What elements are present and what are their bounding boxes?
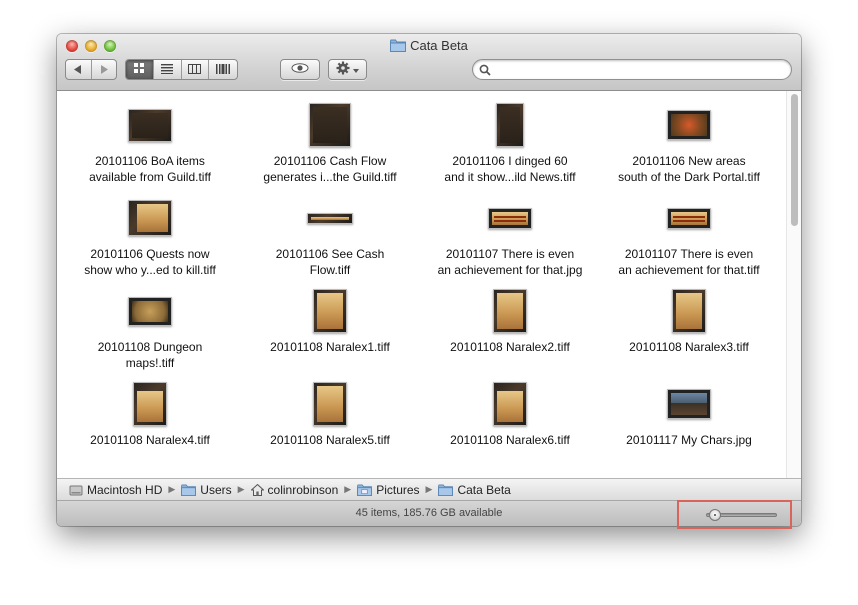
search-input[interactable]	[495, 62, 787, 79]
file-item[interactable]: 20101106 Cash Flow generates i...the Guil…	[240, 101, 420, 185]
forward-arrow-icon	[100, 61, 108, 79]
path-item-cata-beta[interactable]: Cata Beta	[438, 482, 511, 497]
path-separator: ▶	[168, 484, 176, 494]
file-item[interactable]: 20101106 I dinged 60 and it show...ild Ne…	[420, 101, 600, 185]
file-label: 20101108 Naralex1.tiff	[270, 340, 390, 354]
folder-icon	[181, 483, 197, 496]
finder-window: Cata Beta 20101106 BoA items available f…	[57, 34, 801, 526]
path-item-users[interactable]: Users	[181, 482, 232, 497]
icon-view-button[interactable]	[126, 60, 154, 79]
file-label: 20101106 New areas south of the Dark Port…	[618, 154, 760, 184]
file-thumbnail	[128, 200, 172, 236]
path-bar: Macintosh HD ▶ Users ▶ colinrobinson ▶ P…	[57, 478, 801, 500]
file-item[interactable]: 20101107 There is even an achievement for…	[420, 194, 600, 278]
path-label: Pictures	[376, 482, 420, 497]
file-item[interactable]: 20101108 Dungeon maps!.tiff	[60, 287, 240, 371]
folder-icon	[390, 39, 407, 55]
home-icon	[250, 483, 264, 496]
file-thumbnail	[672, 289, 706, 333]
path-label: Cata Beta	[457, 482, 511, 497]
chevron-down-icon	[353, 64, 359, 76]
file-item[interactable]: 20101107 There is even an achievement for…	[599, 194, 779, 278]
icon-grid: 20101106 BoA items available from Guild.t…	[57, 91, 786, 478]
path-item-colinrobinson[interactable]: colinrobinson	[250, 482, 339, 497]
back-arrow-icon	[74, 61, 82, 79]
path-label: Macintosh HD	[87, 482, 163, 497]
path-separator: ▶	[237, 484, 245, 494]
path-separator: ▶	[344, 484, 352, 494]
file-thumbnail	[307, 212, 353, 224]
gear-icon	[336, 61, 350, 78]
file-label: 20101106 Cash Flow generates i...the Guil…	[263, 154, 397, 184]
search-icon	[479, 63, 491, 81]
file-item[interactable]: 20101108 Naralex4.tiff	[60, 380, 240, 448]
file-item[interactable]: 20101106 New areas south of the Dark Port…	[599, 101, 779, 185]
forward-button[interactable]	[92, 60, 117, 79]
grid-icon	[133, 61, 145, 79]
file-label: 20101107 There is even an achievement for…	[618, 247, 760, 277]
eye-icon	[291, 63, 309, 76]
list-icon	[161, 61, 174, 79]
file-thumbnail	[493, 382, 527, 426]
action-menu-button[interactable]	[328, 59, 367, 80]
file-label: 20101117 My Chars.jpg	[626, 433, 752, 447]
toolbar: Cata Beta	[57, 34, 801, 91]
file-thumbnail	[667, 207, 711, 229]
file-thumbnail	[496, 103, 524, 147]
file-item[interactable]: 20101106 Quests now show who y...ed to ki…	[60, 194, 240, 278]
file-thumbnail	[313, 289, 347, 333]
column-view-button[interactable]	[182, 60, 210, 79]
file-label: 20101108 Naralex4.tiff	[90, 433, 210, 447]
file-thumbnail	[493, 289, 527, 333]
folder-icon	[438, 483, 454, 496]
file-item[interactable]: 20101106 BoA items available from Guild.t…	[60, 101, 240, 185]
coverflow-view-button[interactable]	[209, 60, 237, 79]
file-item[interactable]: 20101108 Naralex6.tiff	[420, 380, 600, 448]
back-button[interactable]	[66, 60, 92, 79]
path-separator: ▶	[425, 484, 433, 494]
file-label: 20101108 Naralex5.tiff	[270, 433, 390, 447]
file-label: 20101106 Quests now show who y...ed to ki…	[84, 247, 216, 277]
list-view-button[interactable]	[154, 60, 182, 79]
file-thumbnail	[488, 207, 532, 229]
columns-icon	[188, 61, 202, 79]
window-title: Cata Beta	[57, 38, 801, 55]
file-label: 20101108 Dungeon maps!.tiff	[97, 340, 203, 370]
file-item[interactable]: 20101108 Naralex3.tiff	[599, 287, 779, 355]
coverflow-icon	[216, 61, 231, 79]
file-label: 20101108 Naralex2.tiff	[450, 340, 570, 354]
highlight-box	[677, 500, 792, 529]
file-item[interactable]: 20101108 Naralex1.tiff	[240, 287, 420, 355]
vertical-scrollbar[interactable]	[786, 91, 801, 478]
file-item[interactable]: 20101117 My Chars.jpg	[599, 380, 779, 448]
file-thumbnail	[133, 382, 167, 426]
path-item-pictures[interactable]: Pictures	[357, 482, 420, 497]
path-label: Users	[200, 482, 232, 497]
file-item[interactable]: 20101108 Naralex5.tiff	[240, 380, 420, 448]
file-label: 20101107 There is even an achievement for…	[437, 247, 583, 277]
hard-drive-icon	[69, 484, 83, 496]
file-label: 20101106 I dinged 60 and it show...ild Ne…	[444, 154, 576, 184]
window-title-text: Cata Beta	[410, 38, 468, 53]
file-thumbnail	[309, 103, 351, 147]
path-label: colinrobinson	[267, 482, 339, 497]
file-thumbnail	[667, 110, 711, 140]
file-thumbnail	[667, 389, 711, 419]
pictures-folder-icon	[357, 483, 373, 496]
file-label: 20101106 See Cash Flow.tiff	[275, 247, 385, 277]
file-item[interactable]: 20101106 See Cash Flow.tiff	[240, 194, 420, 278]
file-thumbnail	[128, 296, 172, 326]
file-thumbnail	[313, 382, 347, 426]
file-item[interactable]: 20101108 Naralex2.tiff	[420, 287, 600, 355]
view-mode-group	[125, 59, 238, 80]
quick-look-button[interactable]	[280, 59, 320, 80]
path-item-macintosh-hd[interactable]: Macintosh HD	[69, 483, 162, 497]
file-label: 20101106 BoA items available from Guild.t…	[89, 154, 211, 184]
file-label: 20101108 Naralex6.tiff	[450, 433, 570, 447]
search-field[interactable]	[472, 59, 792, 80]
file-label: 20101108 Naralex3.tiff	[629, 340, 749, 354]
file-thumbnail	[128, 108, 172, 142]
scrollbar-thumb[interactable]	[791, 94, 798, 226]
back-forward-group	[65, 59, 117, 80]
